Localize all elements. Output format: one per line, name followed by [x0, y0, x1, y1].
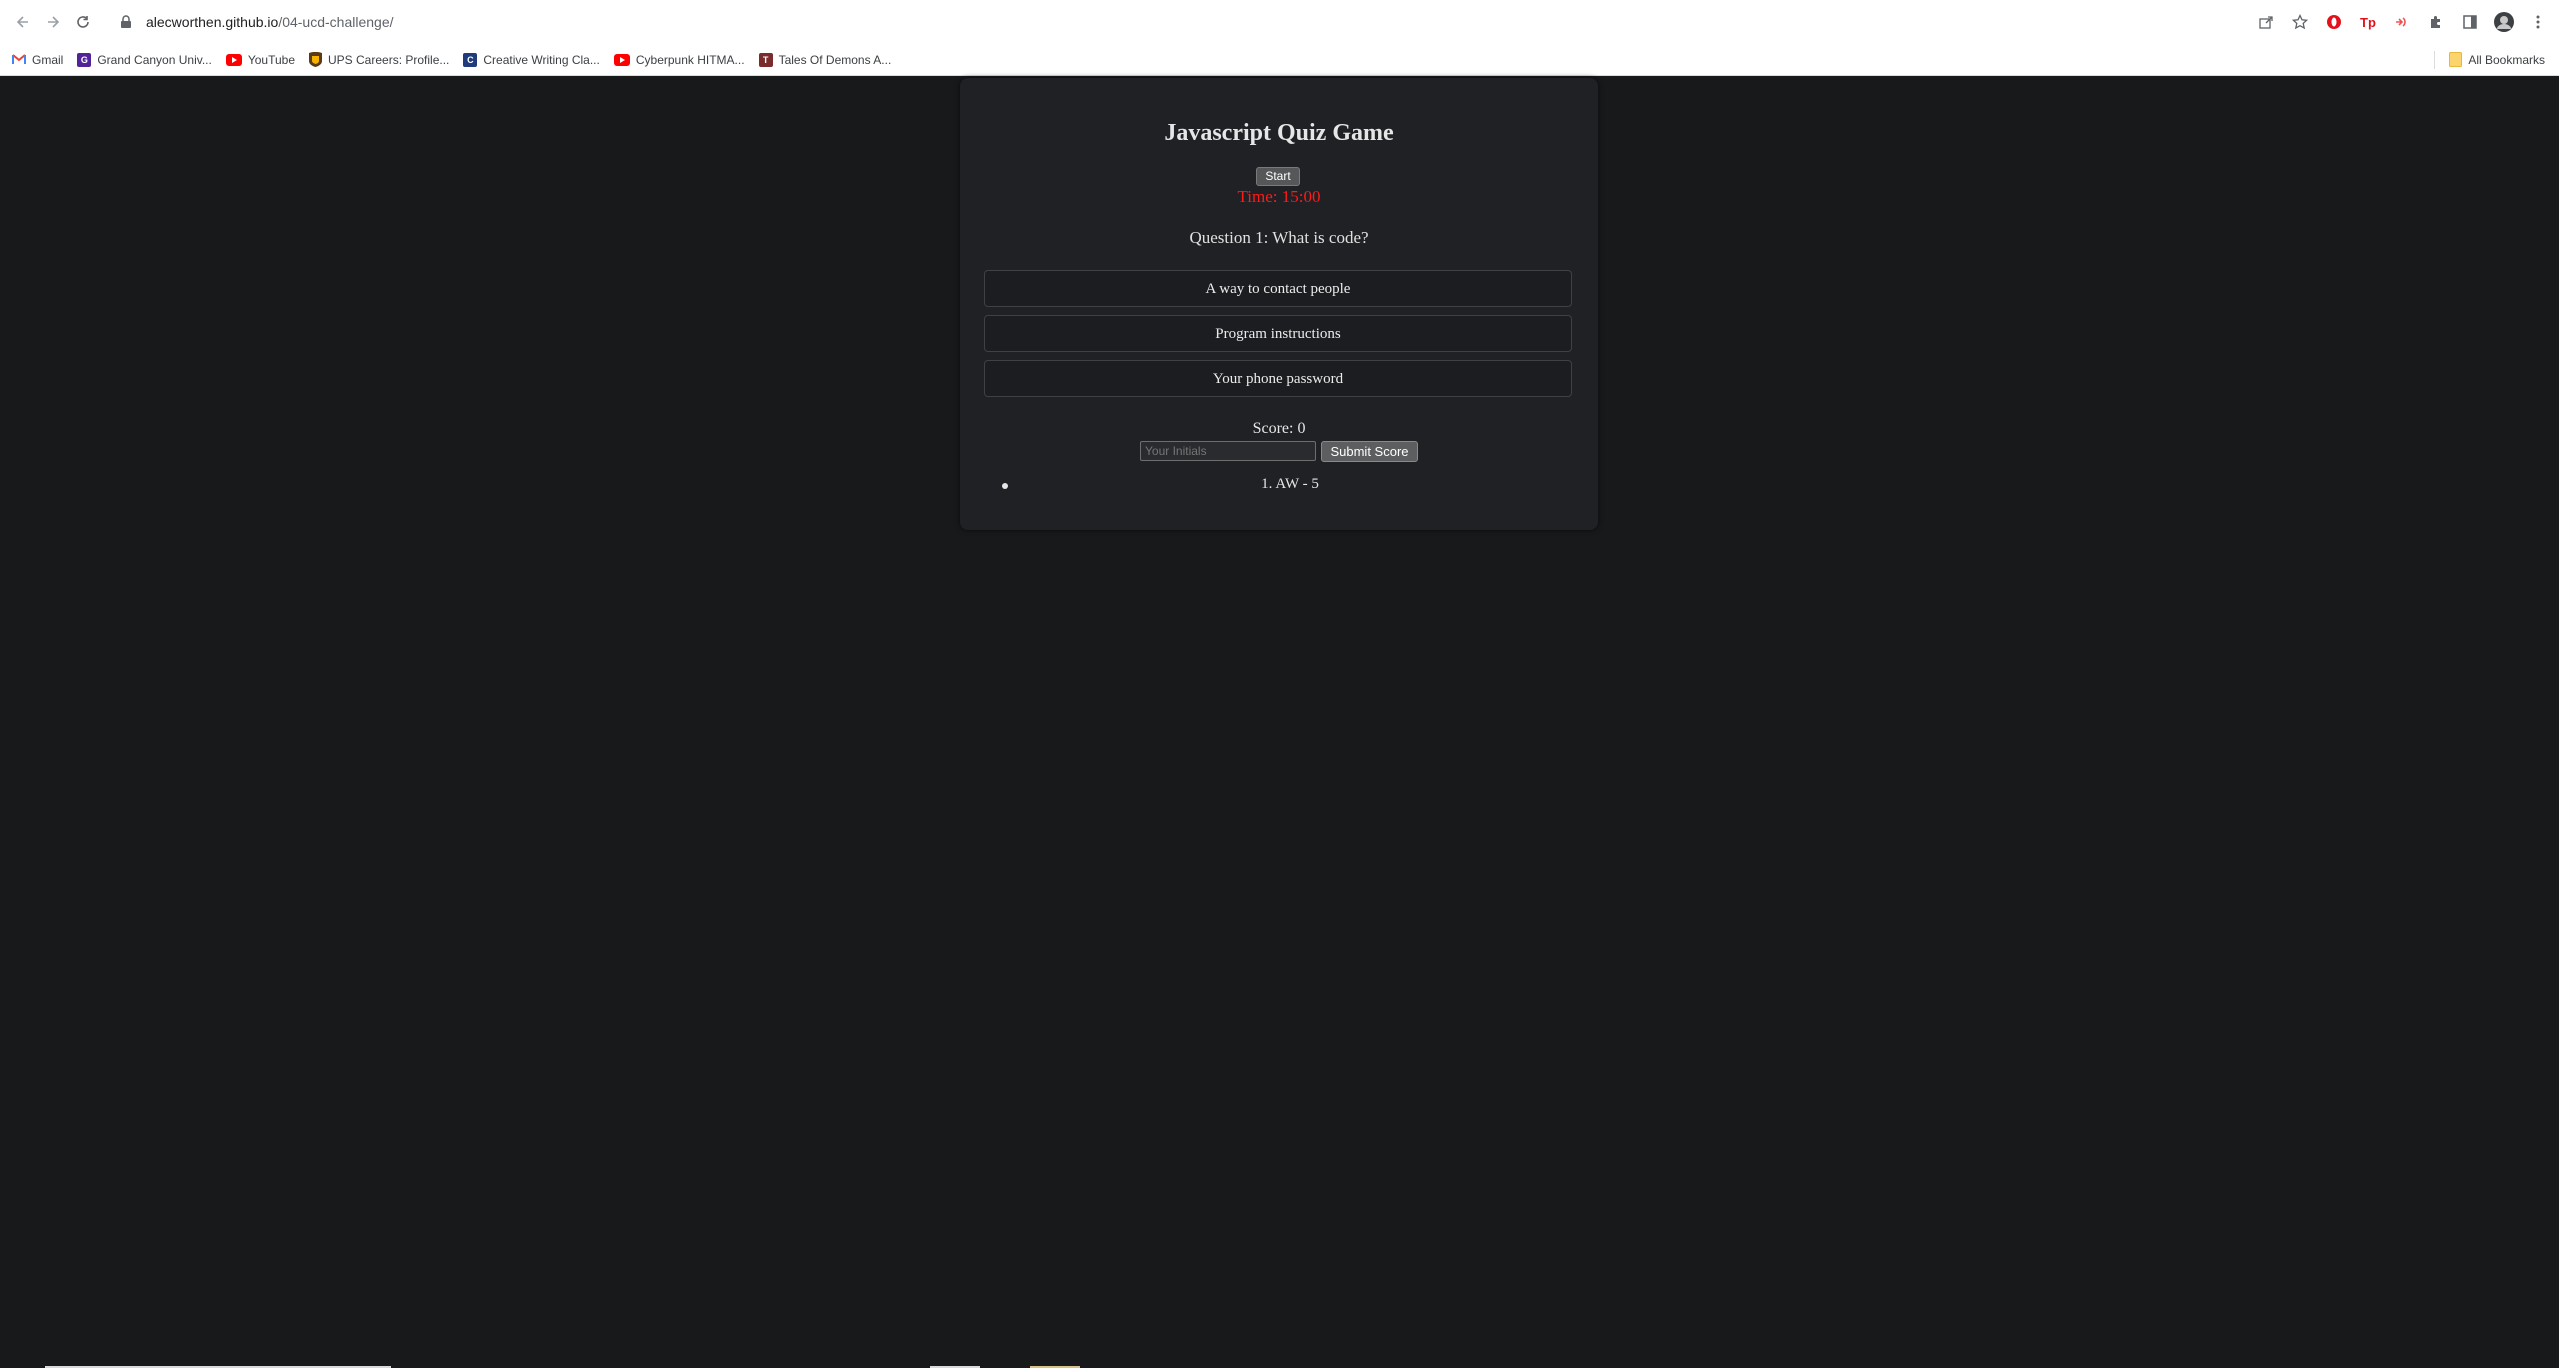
- bookmark-gmail[interactable]: Gmail: [12, 53, 63, 67]
- bookmark-label: Cyberpunk HITMA...: [635, 52, 745, 67]
- folder-icon: [2449, 52, 2463, 67]
- quiz-title: Javascript Quiz Game: [1164, 120, 1394, 146]
- bookmarks-bar: Gmail G Grand Canyon Univ... YouTube UPS…: [0, 44, 2559, 76]
- list-bullet: [1002, 483, 1008, 489]
- bookmark-ups-careers[interactable]: UPS Careers: Profile...: [309, 52, 449, 67]
- extensions-puzzle-icon[interactable]: [2423, 9, 2449, 35]
- highscore-item: 1. AW - 5: [960, 476, 1598, 493]
- ups-icon: [309, 52, 322, 67]
- bookmark-label: Creative Writing Cla...: [483, 52, 600, 67]
- url-domain: alecworthen.github.io: [146, 14, 279, 30]
- bookmark-creative-writing[interactable]: C Creative Writing Cla...: [463, 52, 600, 67]
- bookmark-label: Tales Of Demons A...: [778, 52, 892, 67]
- red-extension-icon[interactable]: [2389, 9, 2415, 35]
- browser-toolbar: alecworthen.github.io/04-ucd-challenge/ …: [0, 0, 2559, 44]
- bookmark-star-icon[interactable]: [2287, 9, 2313, 35]
- side-panel-icon[interactable]: [2457, 9, 2483, 35]
- reload-icon[interactable]: [68, 7, 98, 37]
- bookmark-label: UPS Careers: Profile...: [328, 52, 450, 67]
- creative-writing-icon: C: [463, 52, 478, 67]
- quiz-container: Javascript Quiz Game Start Time: 15:00 Q…: [960, 78, 1598, 530]
- tp-extension-icon[interactable]: Tp: [2355, 9, 2381, 35]
- forward-arrow-icon[interactable]: [38, 7, 68, 37]
- site-info-icon[interactable]: [112, 8, 140, 36]
- highscore-text: 1. AW - 5: [1261, 476, 1319, 492]
- opera-extension-icon[interactable]: [2321, 9, 2347, 35]
- start-button[interactable]: Start: [1256, 167, 1300, 186]
- youtube-icon: [225, 53, 242, 66]
- highscore-list: 1. AW - 5: [960, 476, 1598, 493]
- bookmark-cyberpunk[interactable]: Cyberpunk HITMA...: [613, 52, 745, 67]
- answer-option-1[interactable]: A way to contact people: [984, 270, 1572, 307]
- answer-option-2[interactable]: Program instructions: [984, 315, 1572, 352]
- share-icon[interactable]: [2253, 9, 2279, 35]
- bookmark-tales-of-demons[interactable]: T Tales Of Demons A...: [758, 52, 892, 67]
- youtube-icon: [613, 53, 630, 66]
- back-arrow-icon[interactable]: [8, 7, 38, 37]
- gmail-icon: [12, 54, 26, 65]
- bookmarks-divider: [2434, 50, 2436, 69]
- score-display: Score: 0: [1252, 420, 1306, 437]
- page-viewport: Javascript Quiz Game Start Time: 15:00 Q…: [0, 76, 2559, 1368]
- profile-avatar-icon[interactable]: [2491, 9, 2517, 35]
- gcu-icon: G: [77, 52, 92, 67]
- toolbar-actions: Tp: [2253, 6, 2551, 38]
- initials-input[interactable]: [1140, 441, 1316, 461]
- bookmark-grand-canyon[interactable]: G Grand Canyon Univ...: [77, 52, 212, 67]
- submit-score-button[interactable]: Submit Score: [1321, 441, 1418, 462]
- bookmark-youtube[interactable]: YouTube: [225, 52, 295, 67]
- all-bookmarks-label: All Bookmarks: [2468, 52, 2545, 67]
- address-bar[interactable]: alecworthen.github.io/04-ucd-challenge/: [108, 5, 2318, 39]
- menu-kebab-icon[interactable]: [2525, 9, 2551, 35]
- timer-display: Time: 15:00: [1237, 187, 1321, 206]
- svg-text:Tp: Tp: [2360, 15, 2376, 30]
- bookmark-label: YouTube: [247, 52, 295, 67]
- tales-icon: T: [758, 52, 773, 67]
- url-path: /04-ucd-challenge/: [278, 14, 394, 30]
- all-bookmarks[interactable]: All Bookmarks: [2434, 50, 2545, 69]
- question-text: Question 1: What is code?: [1189, 228, 1369, 247]
- answer-option-3[interactable]: Your phone password: [984, 360, 1572, 397]
- url-text: alecworthen.github.io/04-ucd-challenge/: [146, 14, 394, 30]
- bookmark-label: Gmail: [32, 52, 64, 67]
- bookmark-label: Grand Canyon Univ...: [97, 52, 212, 67]
